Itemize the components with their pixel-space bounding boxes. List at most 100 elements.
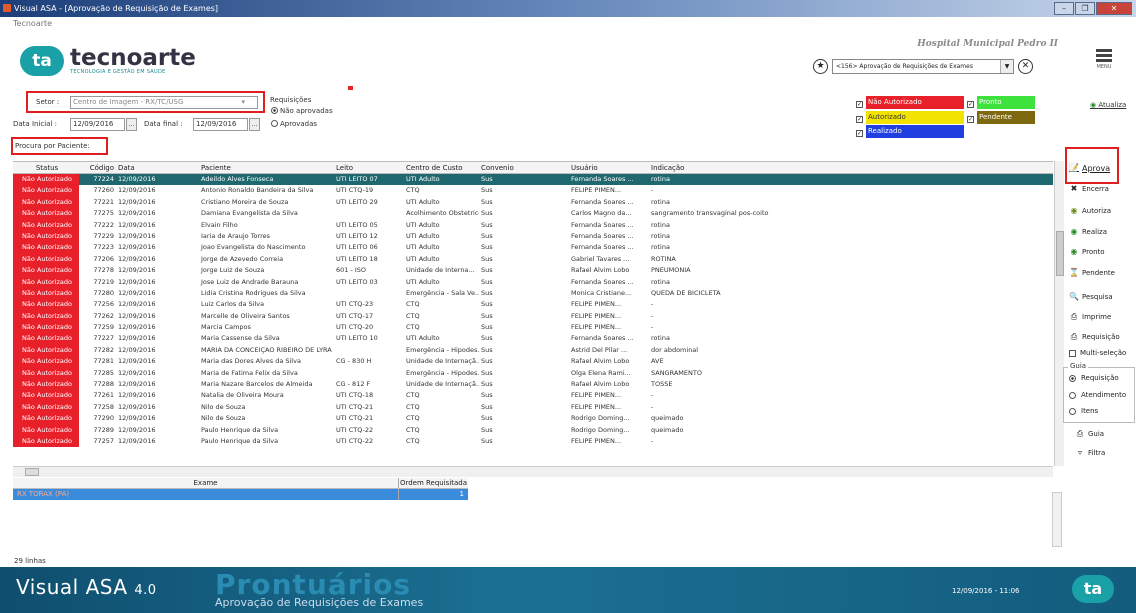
table-row[interactable]: Não Autorizado 77257 12/09/2016 Paulo Henri… — [13, 435, 1053, 448]
table-row[interactable]: Não Autorizado 77262 12/09/2016 Marcelle de… — [13, 310, 1053, 323]
menu-button[interactable]: MENU — [1090, 47, 1118, 70]
column-header[interactable]: Usuário — [569, 162, 649, 173]
table-row[interactable]: Não Autorizado 77281 12/09/2016 Maria das D… — [13, 356, 1053, 368]
legend-autorizado-check[interactable]: ✓ — [856, 113, 864, 123]
column-header[interactable]: Status — [13, 162, 79, 173]
table-row[interactable]: Não Autorizado 77280 12/09/2016 Lidia Crist… — [13, 287, 1053, 300]
ready-icon: ◉ — [1070, 247, 1078, 256]
radio-aprovadas[interactable]: Aprovadas — [271, 120, 317, 128]
table-row[interactable]: Não Autorizado 77224 12/09/2016 Adeildo Alv… — [13, 174, 1053, 186]
close-module-icon[interactable]: ✕ — [1018, 59, 1033, 74]
table-row[interactable]: Não Autorizado 77206 12/09/2016 Jorge de Az… — [13, 253, 1053, 266]
table-cell: Jose Luiz de Andrade Barauna — [201, 277, 299, 286]
table-row[interactable]: Não Autorizado 77219 12/09/2016 Jose Luiz d… — [13, 276, 1053, 288]
pronto-button[interactable]: ◉ Pronto — [1069, 247, 1105, 257]
table-cell: UTI CTQ-23 — [336, 300, 374, 309]
requisicao-button[interactable]: ⎙ Requisição — [1069, 332, 1120, 342]
close-button[interactable]: ✕ — [1096, 2, 1132, 15]
table-cell: 77206 — [93, 254, 114, 263]
module-select[interactable]: <156> Aprovação de Requisições de Exames… — [832, 59, 1014, 74]
table-cell: Fernanda Soares ... — [571, 231, 634, 240]
imprime-button[interactable]: ⎙ Imprime — [1069, 312, 1111, 322]
table-cell: Unidade de Internaçã... — [406, 357, 479, 366]
column-header[interactable]: Data — [116, 162, 199, 173]
table-row[interactable]: Não Autorizado 77229 12/09/2016 Iaria de Ar… — [13, 230, 1053, 243]
table-cell: Paulo Henrique da Silva — [201, 425, 279, 434]
search-patient-label[interactable]: Procura por Paciente: — [15, 142, 90, 150]
column-header[interactable]: Leito — [334, 162, 404, 173]
atualiza-button[interactable]: ◉ Atualiza — [1090, 101, 1126, 109]
legend-nao-autorizado-check[interactable]: ✓ — [856, 98, 864, 108]
filtra-button[interactable]: ▿ Filtra — [1075, 448, 1105, 458]
status-badge: Não Autorizado — [13, 390, 79, 402]
table-row[interactable]: Não Autorizado 77289 12/09/2016 Paulo Henri… — [13, 424, 1053, 436]
guia-button[interactable]: ⎙ Guia — [1075, 429, 1104, 439]
calendar-icon[interactable]: ... — [249, 118, 260, 131]
table-cell: CTQ — [406, 186, 420, 195]
table-row[interactable]: Não Autorizado 77258 12/09/2016 Nilo de Sou… — [13, 401, 1053, 414]
setor-select[interactable]: Centro de Imagem - RX/TC/USG ▾ — [70, 96, 258, 109]
filtra-label: Filtra — [1088, 449, 1106, 457]
pendente-button[interactable]: ⌛ Pendente — [1069, 268, 1115, 278]
scroll-thumb[interactable] — [1056, 231, 1064, 276]
table-cell: Sus — [481, 402, 493, 411]
table-hscrollbar[interactable] — [13, 466, 1053, 477]
table-row[interactable]: Não Autorizado 77227 12/09/2016 Maria Casse… — [13, 333, 1053, 345]
status-badge: Não Autorizado — [13, 379, 79, 391]
exams-row[interactable]: RX TORAX (PA) 1 — [13, 489, 468, 500]
aprova-button[interactable]: 📝 Aprova — [1069, 163, 1110, 173]
autoriza-label: Autoriza — [1082, 207, 1112, 215]
autoriza-button[interactable]: ◉ Autoriza — [1069, 206, 1112, 216]
scroll-thumb[interactable] — [25, 468, 39, 476]
status-badge: Não Autorizado — [13, 310, 79, 323]
radio-guia-atendimento[interactable]: Atendimento — [1069, 391, 1126, 399]
table-row[interactable]: Não Autorizado 77282 12/09/2016 MARIA DA CO… — [13, 344, 1053, 357]
table-row[interactable]: Não Autorizado 77222 12/09/2016 Elvain Filh… — [13, 219, 1053, 231]
table-cell: Paulo Henrique da Silva — [201, 436, 279, 445]
column-header[interactable]: Convenio — [479, 162, 569, 173]
table-row[interactable]: Não Autorizado 77285 12/09/2016 Maria de Fa… — [13, 367, 1053, 380]
column-header[interactable]: Indicação — [649, 162, 1053, 173]
data-final-field[interactable]: 12/09/2016 — [193, 118, 248, 131]
table-row[interactable]: Não Autorizado 77288 12/09/2016 Maria Nazar… — [13, 379, 1053, 391]
table-cell: 12/09/2016 — [118, 300, 156, 309]
table-row[interactable]: Não Autorizado 77259 12/09/2016 Marcia Camp… — [13, 322, 1053, 334]
filter-icon: ▿ — [1077, 448, 1082, 457]
legend-pendente-check[interactable]: ✓ — [967, 113, 975, 123]
table-cell: UTI CTQ-21 — [336, 402, 374, 411]
exams-vscrollbar[interactable] — [1052, 492, 1062, 547]
multi-selecao-checkbox[interactable]: Multi-seleção — [1069, 349, 1126, 357]
column-header[interactable]: Paciente — [199, 162, 334, 173]
table-row[interactable]: Não Autorizado 77261 12/09/2016 Natalia de … — [13, 390, 1053, 402]
realiza-button[interactable]: ◉ Realiza — [1069, 227, 1108, 237]
radio-nao-aprovadas[interactable]: Não aprovadas — [271, 107, 333, 115]
data-inicial-field[interactable]: 12/09/2016 — [70, 118, 125, 131]
pesquisa-button[interactable]: 🔍 Pesquisa — [1069, 292, 1113, 302]
column-header[interactable]: Centro de Custo — [404, 162, 479, 173]
legend-pronto-check[interactable]: ✓ — [967, 98, 975, 108]
table-row[interactable]: Não Autorizado 77223 12/09/2016 Joao Evange… — [13, 242, 1053, 254]
calendar-icon[interactable]: ... — [126, 118, 137, 131]
table-row[interactable]: Não Autorizado 77221 12/09/2016 Cristiano M… — [13, 196, 1053, 209]
table-cell — [334, 345, 404, 356]
exams-table[interactable]: Exame Ordem Requisitada RX TORAX (PA) 1 — [13, 478, 468, 500]
table-row[interactable]: Não Autorizado 77256 12/09/2016 Luiz Carlos… — [13, 299, 1053, 311]
legend-realizado-check[interactable]: ✓ — [856, 127, 864, 137]
encerra-button[interactable]: ✖ Encerra — [1069, 184, 1109, 194]
requests-table[interactable]: Status Código Data Paciente Leito Centro de C… — [13, 161, 1053, 466]
column-header[interactable]: Código — [79, 162, 116, 173]
table-row[interactable]: Não Autorizado 77278 12/09/2016 Jorge Luiz … — [13, 265, 1053, 277]
table-cell: TOSSE — [651, 380, 673, 389]
table-cell: 77275 — [93, 209, 114, 218]
restore-button[interactable]: ❐ — [1075, 2, 1095, 15]
table-row[interactable]: Não Autorizado 77260 12/09/2016 Antonio Ron… — [13, 185, 1053, 197]
table-cell: 12/09/2016 — [118, 402, 156, 411]
table-row[interactable]: Não Autorizado 77275 12/09/2016 Damiana Eva… — [13, 208, 1053, 220]
table-row[interactable]: Não Autorizado 77290 12/09/2016 Nilo de Sou… — [13, 413, 1053, 425]
chevron-down-icon[interactable]: ▼ — [1000, 60, 1013, 73]
radio-guia-itens[interactable]: Itens — [1069, 407, 1098, 415]
favorite-star-icon[interactable]: ★ — [813, 59, 828, 74]
radio-guia-requisicao[interactable]: Requisição — [1069, 374, 1119, 382]
table-cell: Acolhimento Obstetrico — [406, 209, 479, 218]
minimize-button[interactable]: – — [1054, 2, 1074, 15]
